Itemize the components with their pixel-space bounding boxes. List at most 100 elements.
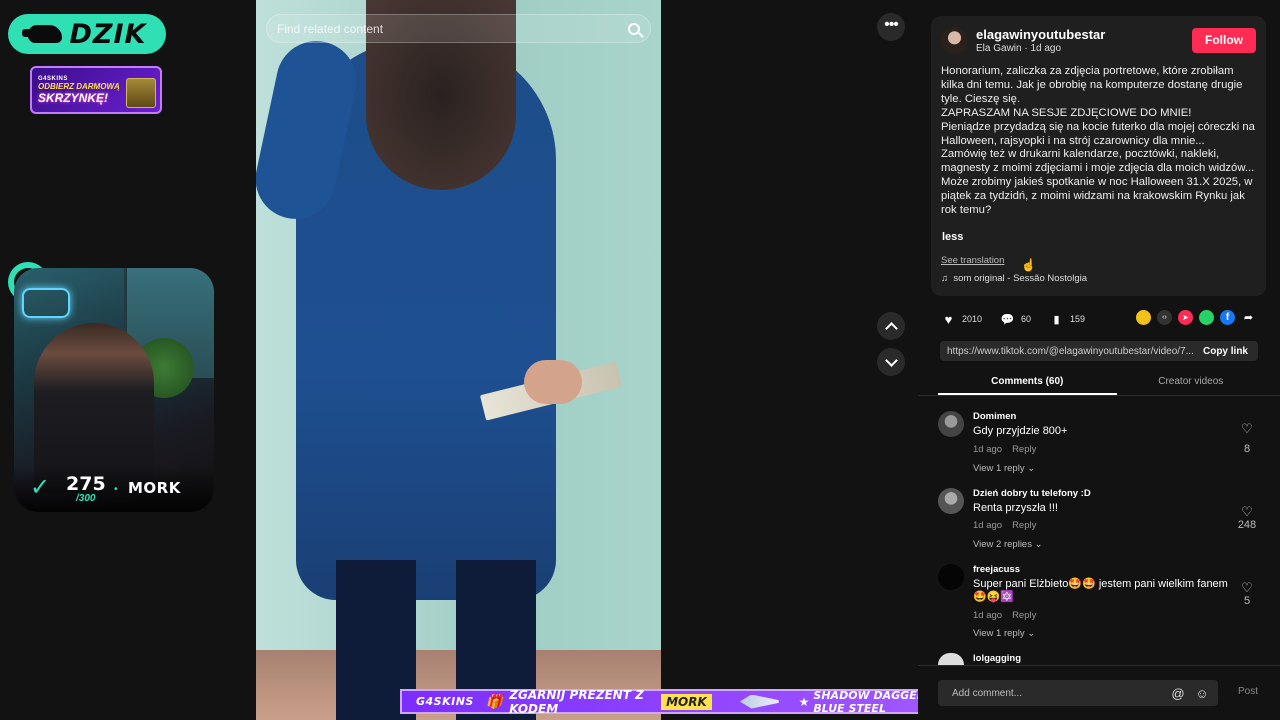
comment-like-icon[interactable]: ♡: [1240, 504, 1254, 519]
mention-icon[interactable]: @: [1170, 686, 1186, 701]
sub-goal: /300: [76, 493, 96, 504]
commenter-avatar[interactable]: [938, 488, 964, 514]
comment-meta: 1d ago Reply: [973, 610, 1036, 621]
comment-username[interactable]: freejacuss: [973, 564, 1020, 575]
share-options: ‹› ➤ f ➦: [1136, 310, 1256, 325]
author-meta: Ela Gawin · 1d ago: [976, 43, 1062, 54]
repost-icon[interactable]: [1136, 310, 1151, 325]
previous-video-button[interactable]: [877, 312, 905, 340]
banner-code: MORK: [661, 693, 712, 710]
description-line: Pieniądze przydadzą się na kocie futerko…: [941, 120, 1255, 147]
comment-placeholder: Add comment...: [952, 687, 1023, 699]
comment-like-icon[interactable]: ♡: [1240, 580, 1254, 595]
g4skins-ad[interactable]: G4SKINS ODBIERZ DARMOWĄ SKRZYNKĘ!: [30, 66, 162, 114]
comment-icon[interactable]: 💬: [1000, 312, 1015, 327]
less-toggle[interactable]: less: [942, 231, 963, 243]
whatsapp-icon[interactable]: [1199, 310, 1214, 325]
video-player[interactable]: [256, 0, 661, 720]
search-bar[interactable]: Find related content: [266, 14, 651, 43]
comment-item: lolgagging: [938, 653, 1268, 665]
copy-link-button[interactable]: Copy link: [1193, 346, 1258, 357]
comment-item: Dzień dobry tu telefony :D Renta przyszł…: [938, 488, 1268, 558]
separator-dot: •: [114, 484, 118, 495]
view-replies-label: View 1 reply: [973, 463, 1025, 474]
embed-icon[interactable]: ‹›: [1157, 310, 1172, 325]
emoji-icon[interactable]: ☺: [1194, 686, 1210, 701]
view-replies-button[interactable]: View 1 reply ⌄: [973, 628, 1035, 639]
share-arrow-icon[interactable]: ➦: [1241, 310, 1256, 325]
next-video-button[interactable]: [877, 348, 905, 376]
commenter-avatar[interactable]: [938, 564, 964, 590]
reply-button[interactable]: Reply: [1012, 444, 1036, 455]
tab-creator-videos[interactable]: Creator videos: [1102, 371, 1280, 395]
share-url[interactable]: https://www.tiktok.com/@elagawinyoutubes…: [947, 346, 1193, 357]
comment-input[interactable]: Add comment... @ ☺: [938, 680, 1218, 706]
comment-like-count: 248: [1237, 519, 1257, 531]
view-replies-label: View 2 replies: [973, 539, 1032, 550]
comment-time: 1d ago: [973, 444, 1003, 455]
comment-username[interactable]: lolgagging: [973, 653, 1021, 664]
view-replies-label: View 1 reply: [973, 628, 1025, 639]
author-avatar[interactable]: [941, 27, 968, 54]
post-comment-button[interactable]: Post: [1238, 686, 1258, 697]
sub-goal-icon: ✓: [30, 474, 51, 501]
commenter-avatar[interactable]: [938, 411, 964, 437]
post-description: Honorarium, zaliczka za zdjęcia portreto…: [941, 65, 1259, 218]
comment-tabs: Comments (60) Creator videos: [918, 371, 1280, 396]
knife-icon: [739, 694, 779, 709]
comment-time: 1d ago: [973, 610, 1003, 621]
banner-brand: G4SKINS: [416, 695, 474, 708]
more-options-button[interactable]: •••: [877, 13, 905, 41]
star-icon: ★: [798, 694, 810, 709]
brand-logo: DZIK: [8, 14, 166, 54]
comment-username[interactable]: Dzień dobry tu telefony :D: [973, 488, 1091, 499]
comment-item: freejacuss Super pani Elżbieto🤩🤩 jestem …: [938, 564, 1268, 644]
send-icon[interactable]: ➤: [1178, 310, 1193, 325]
like-count: 2010: [962, 314, 983, 324]
sub-count: 275: [66, 473, 106, 495]
music-info[interactable]: ♫ som original - Sessão Nostolgia: [941, 273, 1087, 284]
view-replies-button[interactable]: View 1 reply ⌄: [973, 463, 1035, 474]
save-count: 159: [1070, 314, 1086, 324]
chevron-down-icon: [884, 353, 898, 367]
heart-icon[interactable]: ♥: [941, 312, 956, 327]
description-line: Honorarium, zaliczka za zdjęcia portreto…: [941, 65, 1243, 105]
description-line: Zamówię też w drukarni kalendarze, poczt…: [941, 148, 1255, 175]
comment-username[interactable]: Domimen: [973, 411, 1016, 422]
comment-count: 60: [1021, 314, 1032, 324]
description-line: ZAPRASZAM NA SESJE ZDJĘCIOWE DO MNIE!: [941, 106, 1192, 119]
reply-button[interactable]: Reply: [1012, 520, 1036, 531]
see-translation-link[interactable]: See translation: [941, 255, 1004, 266]
view-replies-button[interactable]: View 2 replies ⌄: [973, 539, 1043, 550]
music-title[interactable]: som original - Sessão Nostolgia: [953, 273, 1087, 284]
share-link-box: https://www.tiktok.com/@elagawinyoutubes…: [940, 341, 1258, 361]
author-username[interactable]: elagawinyoutubestar: [976, 27, 1105, 42]
post-age: 1d ago: [1030, 43, 1062, 54]
bookmark-icon[interactable]: ▮: [1049, 312, 1064, 327]
comment-meta: 1d ago Reply: [973, 520, 1036, 531]
commenter-avatar[interactable]: [938, 653, 964, 665]
reply-button[interactable]: Reply: [1012, 610, 1036, 621]
music-note-icon: ♫: [941, 273, 949, 284]
comment-text: Super pani Elżbieto🤩🤩 jestem pani wielki…: [973, 578, 1228, 603]
neon-sign: [22, 288, 70, 318]
search-icon[interactable]: [628, 22, 640, 35]
streamer-name: MORK: [128, 479, 181, 497]
banner-promo: ZGARNIJ PREZENT Z KODEM: [509, 687, 644, 716]
mouse-cursor-icon: ☝: [1021, 258, 1036, 272]
facebook-icon[interactable]: f: [1220, 310, 1235, 325]
promo-banner: G4SKINS 🎁 ZGARNIJ PREZENT Z KODEM MORK ★…: [400, 687, 974, 716]
follow-button[interactable]: Follow: [1192, 28, 1256, 53]
comment-like-icon[interactable]: ♡: [1240, 421, 1254, 436]
comment-time: 1d ago: [973, 520, 1003, 531]
author-display-name: Ela Gawin: [976, 43, 1022, 54]
comment-text: Renta przyszła !!!: [973, 502, 1058, 514]
tab-comments[interactable]: Comments (60): [938, 371, 1117, 395]
search-input[interactable]: Find related content: [277, 22, 628, 36]
comment-like-count: 8: [1243, 443, 1251, 455]
comment-like-count: 5: [1243, 595, 1251, 607]
comment-item: Domimen Gdy przyjdzie 800+ 1d ago Reply V…: [938, 411, 1268, 481]
chevron-up-icon: [884, 321, 898, 335]
boar-icon: [21, 25, 62, 43]
comment-meta: 1d ago Reply: [973, 444, 1036, 455]
